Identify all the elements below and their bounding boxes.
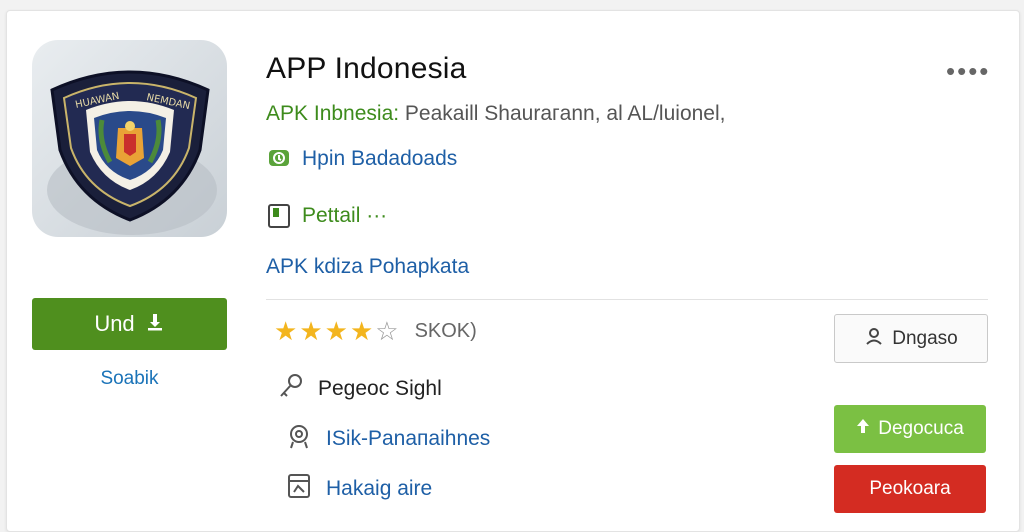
- downloads-icon: [266, 146, 292, 172]
- info-link[interactable]: APK kdiza Pohapkata: [266, 255, 469, 279]
- install-icon: [145, 312, 165, 336]
- downloads-label: Hpin Badadoads: [302, 147, 458, 170]
- secondary-link[interactable]: Soabik: [32, 368, 227, 390]
- green-action-button[interactable]: Degoсuca: [834, 405, 986, 453]
- user-icon: [864, 326, 884, 352]
- notes-label: Hakaig aire: [326, 477, 433, 500]
- policy-label: ISik-Panaпаihnes: [326, 427, 491, 450]
- permissions-row[interactable]: Pegeoc Sighl: [276, 372, 442, 406]
- rating: ★★★★☆ SKOK): [274, 318, 477, 344]
- rating-count: SKOK): [414, 319, 477, 342]
- app-title: APP Indonesia: [266, 52, 467, 85]
- app-icon[interactable]: HUAWAN NEMDAN: [32, 40, 227, 237]
- divider: [266, 299, 988, 300]
- more-options-icon[interactable]: ••••: [946, 56, 990, 87]
- star-empty-icon: ☆: [375, 316, 401, 346]
- install-button[interactable]: Und: [32, 298, 227, 350]
- app-subtitle: APK Inbnesia: Peakaill Shaurагann, al AL…: [266, 102, 725, 126]
- notes-icon: [284, 472, 314, 506]
- star-icon: ★: [324, 316, 350, 346]
- install-label: Und: [94, 311, 135, 336]
- red-action-label: Peokoara: [869, 478, 951, 499]
- subtitle-text: Peakaill Shaurагann, al AL/luionel,: [399, 102, 726, 125]
- arrow-up-icon: [856, 418, 870, 440]
- downloads-row[interactable]: Hpin Badadoads: [266, 146, 457, 172]
- police-badge-icon: HUAWAN NEMDAN: [47, 70, 217, 235]
- details-label: Pettail ···: [302, 204, 388, 227]
- star-icon: ★: [349, 316, 376, 346]
- star-icon: ★: [299, 316, 325, 346]
- notes-row[interactable]: Hakaig aire: [284, 472, 432, 506]
- policy-row[interactable]: ISik-Panaпаihnes: [284, 422, 490, 456]
- support-icon: [284, 422, 314, 456]
- permissions-label: Pegeoc Sighl: [318, 377, 442, 400]
- star-icon: ★: [274, 316, 300, 346]
- details-row[interactable]: Pettail ···: [266, 203, 387, 229]
- key-icon: [276, 372, 306, 406]
- developer-link[interactable]: APK Inbnesia:: [266, 102, 399, 125]
- green-action-label: Degoсuca: [878, 418, 964, 439]
- red-action-button[interactable]: Peokoara: [834, 465, 986, 513]
- outline-action-label: Dngaso: [892, 327, 958, 349]
- rating-stars: ★★★★☆: [274, 318, 401, 344]
- outline-action-button[interactable]: Dngaso: [834, 314, 988, 363]
- document-icon: [266, 203, 292, 229]
